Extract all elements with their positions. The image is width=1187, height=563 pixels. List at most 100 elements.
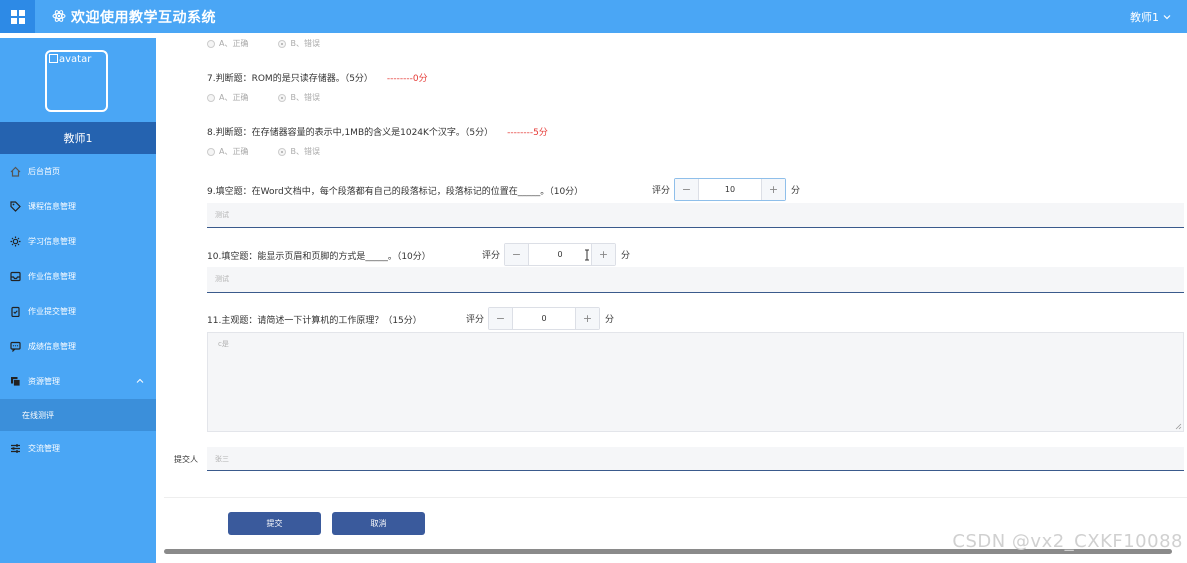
watermark: CSDN @vx2_CXKF10088 <box>952 531 1183 552</box>
q10-score: 评分 − 0 + 分 <box>482 243 630 266</box>
option-label: B、错误 <box>290 39 320 48</box>
sidebar-item-dashboard[interactable]: 后台首页 <box>0 154 156 189</box>
atom-icon <box>52 10 66 22</box>
avatar[interactable]: avatar <box>45 50 108 112</box>
answer-text: c是 <box>218 340 229 348</box>
q10-answer-input[interactable]: 测试 <box>207 267 1184 293</box>
decrement-button[interactable]: − <box>489 308 514 329</box>
sidebar-item-label: 学习信息管理 <box>28 237 76 246</box>
radio-checked-icon <box>278 39 287 48</box>
q7-option-b[interactable]: B、错误 <box>278 92 320 103</box>
q9-score-stepper: − 10 + <box>674 178 787 201</box>
score-input[interactable]: 0 <box>513 308 575 329</box>
q9-text: 9.填空题：在Word文档中，每个段落都有自己的段落标记，段落标记的位置在___… <box>207 187 584 197</box>
decrement-button[interactable]: − <box>675 179 700 200</box>
copy-icon <box>10 376 21 387</box>
radio-checked-icon <box>278 93 287 102</box>
q9-answer-input[interactable]: 测试 <box>207 203 1184 228</box>
main-content: A、正确 B、错误 7.判断题：ROM的是只读存储器。（5分） --------0… <box>164 33 1187 563</box>
sidebar-subitem-online-test[interactable]: 在线测评 <box>0 399 156 431</box>
q10-text: 10.填空题：能显示页眉和页脚的方式是_____。（10分） <box>207 252 431 262</box>
option-label: A、正确 <box>219 147 249 156</box>
clipboard-icon <box>10 306 21 317</box>
sidebar-item-label: 资源管理 <box>28 377 60 386</box>
broken-image-icon <box>49 54 58 63</box>
decrement-button[interactable]: − <box>505 244 530 265</box>
score-label: 评分 <box>652 186 671 196</box>
score-input[interactable]: 0 <box>529 244 591 265</box>
user-menu[interactable]: 教师1 <box>1130 9 1171 25</box>
sidebar-user-name: 教师1 <box>0 122 156 154</box>
score-unit: 分 <box>791 186 801 196</box>
sidebar-item-submissions[interactable]: 作业提交管理 <box>0 294 156 329</box>
q8-option-a[interactable]: A、正确 <box>207 146 248 157</box>
score-label: 评分 <box>482 251 501 261</box>
score-input[interactable]: 10 <box>699 179 761 200</box>
q11-answer-textarea[interactable]: c是 <box>207 332 1184 432</box>
text-cursor-icon <box>585 249 589 261</box>
resize-handle-icon[interactable] <box>1175 423 1182 430</box>
sidebar-item-grades[interactable]: 成绩信息管理 <box>0 329 156 364</box>
sidebar: avatar 教师1 后台首页 课程信息管理 学习信息管理 作业信息管理 作业提… <box>0 38 156 563</box>
sidebar-item-resources[interactable]: 资源管理 <box>0 364 156 399</box>
q8-text: 8.判断题：在存储器容量的表示中,1MB的含义是1024K个汉字。（5分） ---… <box>207 125 548 138</box>
submitter-label: 提交人 <box>174 455 198 464</box>
option-label: B、错误 <box>290 147 320 156</box>
option-label: B、错误 <box>290 93 320 102</box>
question-text: 7.判断题：ROM的是只读存储器。（5分） <box>207 74 373 84</box>
home-icon <box>10 166 21 177</box>
q11-score-stepper: − 0 + <box>488 307 601 330</box>
sidebar-item-label: 交流管理 <box>28 444 60 453</box>
q6-option-b[interactable]: B、错误 <box>278 38 320 49</box>
radio-icon <box>207 39 215 48</box>
sidebar-item-label: 后台首页 <box>28 167 60 176</box>
option-label: A、正确 <box>219 93 249 102</box>
sidebar-item-courses[interactable]: 课程信息管理 <box>0 189 156 224</box>
score-label: 评分 <box>466 315 485 325</box>
q7-option-a[interactable]: A、正确 <box>207 92 248 103</box>
q7-text: 7.判断题：ROM的是只读存储器。（5分） --------0分 <box>207 71 428 84</box>
q6-options: A、正确 B、错误 <box>207 38 320 49</box>
q9-score: 评分 − 10 + 分 <box>652 178 800 201</box>
radio-icon <box>207 93 215 102</box>
app-menu-button[interactable] <box>0 0 35 33</box>
q11-text: 11.主观题：请简述一下计算机的工作原理？（15分） <box>207 316 422 326</box>
q10-score-stepper: − 0 + <box>504 243 617 266</box>
increment-button[interactable]: + <box>591 244 616 265</box>
cancel-button[interactable]: 取消 <box>332 512 425 535</box>
sliders-icon <box>10 443 21 454</box>
increment-button[interactable]: + <box>761 179 786 200</box>
question-score: --------5分 <box>507 128 548 138</box>
sidebar-item-homework[interactable]: 作业信息管理 <box>0 259 156 294</box>
chevron-up-icon <box>136 378 144 383</box>
tag-icon <box>10 201 21 212</box>
submit-button[interactable]: 提交 <box>228 512 321 535</box>
q8-option-b[interactable]: B、错误 <box>278 146 320 157</box>
sidebar-item-label: 成绩信息管理 <box>28 342 76 351</box>
submitter-input[interactable]: 张三 <box>207 447 1184 471</box>
question-score: --------0分 <box>386 74 428 84</box>
gear-icon <box>10 236 21 247</box>
q11-score: 评分 − 0 + 分 <box>466 307 614 330</box>
radio-checked-icon <box>278 147 287 156</box>
sidebar-item-label: 作业信息管理 <box>28 272 76 281</box>
chat-icon <box>10 341 21 352</box>
divider <box>164 497 1187 498</box>
sidebar-item-label: 课程信息管理 <box>28 202 76 211</box>
sidebar-item-label: 作业提交管理 <box>28 307 76 316</box>
score-unit: 分 <box>605 315 615 325</box>
increment-button[interactable]: + <box>575 308 600 329</box>
q7-options: A、正确 B、错误 <box>207 92 320 103</box>
user-menu-label: 教师1 <box>1130 11 1159 24</box>
question-text: 8.判断题：在存储器容量的表示中,1MB的含义是1024K个汉字。（5分） <box>207 128 494 138</box>
q6-option-a[interactable]: A、正确 <box>207 38 248 49</box>
radio-icon <box>207 147 215 156</box>
sidebar-menu: 后台首页 课程信息管理 学习信息管理 作业信息管理 作业提交管理 成绩信息管理 … <box>0 154 156 466</box>
sidebar-item-study[interactable]: 学习信息管理 <box>0 224 156 259</box>
sidebar-item-communication[interactable]: 交流管理 <box>0 431 156 466</box>
q8-options: A、正确 B、错误 <box>207 146 320 157</box>
option-label: A、正确 <box>219 39 249 48</box>
inbox-icon <box>10 271 21 282</box>
chevron-down-icon <box>1163 15 1171 20</box>
avatar-alt-text: avatar <box>59 54 92 65</box>
